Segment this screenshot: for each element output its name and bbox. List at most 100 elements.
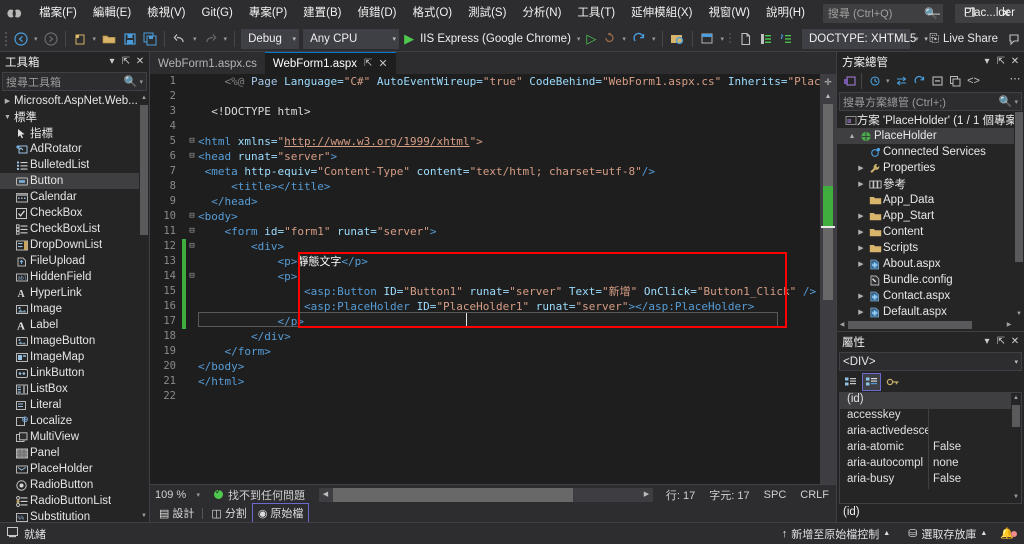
filter-dropdown-icon[interactable]: ▾ bbox=[883, 73, 893, 89]
menu-extensions[interactable]: 延伸模組(X) bbox=[623, 0, 700, 26]
solution-platform-combo[interactable]: Any CPU ▾ bbox=[303, 28, 400, 49]
scroll-left-icon[interactable]: ◀ bbox=[319, 488, 332, 502]
toolbox-item-placeholder[interactable]: PlaceHolder bbox=[0, 461, 149, 477]
maximize-button[interactable]: ❐ bbox=[952, 0, 988, 26]
chevron-down-icon[interactable]: ▾ bbox=[980, 336, 994, 347]
scroll-right-icon[interactable]: ▶ bbox=[640, 488, 653, 502]
chevron-down-icon[interactable]: ▾ bbox=[137, 78, 143, 86]
toolbox-item-label[interactable]: A Label bbox=[0, 317, 149, 333]
fold-toggle-icon[interactable]: ⊟ bbox=[186, 239, 198, 254]
code-line[interactable]: 5 ⊟ <html xmlns="http://www.w3.org/1999/xh… bbox=[150, 134, 820, 149]
solution-explorer-hscrollbar[interactable]: ◀ ▶ bbox=[837, 320, 1024, 331]
code-line[interactable]: 2 bbox=[150, 89, 820, 104]
scrollbar-thumb[interactable] bbox=[848, 321, 972, 329]
code-line[interactable]: 19 </form> bbox=[150, 344, 820, 359]
code-line[interactable]: 9 </head> bbox=[150, 194, 820, 209]
pending-changes-filter-icon[interactable] bbox=[865, 72, 883, 90]
code-line[interactable]: 6 ⊟ <head runat="server"> bbox=[150, 149, 820, 164]
chevron-down-icon[interactable]: ▾ bbox=[105, 56, 119, 67]
toolbox-item-bulletedlist[interactable]: BulletedList bbox=[0, 157, 149, 173]
back-dropdown-icon[interactable]: ▾ bbox=[31, 28, 41, 50]
new-project-dropdown-icon[interactable]: ▾ bbox=[90, 28, 100, 50]
fold-toggle-icon[interactable]: ⊟ bbox=[186, 224, 198, 239]
start-without-debugging-icon[interactable]: ▷ bbox=[583, 31, 599, 47]
new-document-icon[interactable] bbox=[736, 28, 756, 50]
code-line[interactable]: 15 <asp:Button ID="Button1" runat="serve… bbox=[150, 284, 820, 299]
toolbox-item-hiddenfield[interactable]: abl HiddenField bbox=[0, 269, 149, 285]
solution-explorer-home-icon[interactable] bbox=[840, 72, 858, 90]
fold-toggle-icon[interactable]: ⊟ bbox=[186, 209, 198, 224]
tree-twisty-icon[interactable]: ▶ bbox=[855, 212, 867, 220]
menu-git[interactable]: Git(G) bbox=[194, 0, 241, 26]
pin-icon[interactable]: ⇱ bbox=[994, 56, 1008, 67]
menu-project[interactable]: 專案(P) bbox=[241, 0, 295, 26]
property-value[interactable]: none bbox=[928, 457, 1021, 473]
code-line[interactable]: 17 </p> bbox=[150, 314, 820, 329]
redo-dropdown-icon[interactable]: ▾ bbox=[221, 28, 231, 50]
run-target-label[interactable]: IIS Express (Google Chrome) bbox=[417, 33, 574, 45]
close-icon[interactable]: ✕ bbox=[1008, 56, 1022, 67]
solution-node-about-aspx[interactable]: ▶ About.aspx bbox=[837, 256, 1024, 272]
minimize-button[interactable]: — bbox=[916, 0, 952, 26]
code-line[interactable]: 21 </html> bbox=[150, 374, 820, 389]
property-row[interactable]: (id) bbox=[840, 393, 1021, 409]
refresh-icon[interactable] bbox=[911, 72, 929, 90]
property-value[interactable]: False bbox=[928, 441, 1021, 457]
solution-node-placeholder[interactable]: ▲ PlaceHolder bbox=[837, 128, 1024, 144]
code-line[interactable]: 12 ⊟ <div> bbox=[150, 239, 820, 254]
toolbox-item-literal[interactable]: Literal bbox=[0, 397, 149, 413]
toolbox-item-linkbutton[interactable]: LinkButton bbox=[0, 365, 149, 381]
toolbox-item-listbox[interactable]: ListBox bbox=[0, 381, 149, 397]
menu-test[interactable]: 測試(S) bbox=[460, 0, 514, 26]
solution-tree[interactable]: ▧ 方案 'PlaceHolder' (1 / 1 個專案 ▲ ▲ PlaceHo… bbox=[837, 112, 1024, 320]
live-share-button[interactable]: ⎘ Live Share bbox=[929, 31, 1004, 46]
property-row[interactable]: aria-busy False bbox=[840, 473, 1021, 489]
refresh-dropdown-icon[interactable]: ▾ bbox=[649, 28, 659, 50]
comment-selection-icon[interactable] bbox=[776, 28, 796, 50]
menu-window[interactable]: 視窗(W) bbox=[700, 0, 758, 26]
toolbox-item-fileupload[interactable]: FileUpload bbox=[0, 253, 149, 269]
code-line[interactable]: 10 ⊟ <body> bbox=[150, 209, 820, 224]
navigate-forward-button[interactable] bbox=[41, 28, 61, 50]
code-line[interactable]: 4 bbox=[150, 119, 820, 134]
code-line[interactable]: 3 <!DOCTYPE html> bbox=[150, 104, 820, 119]
code-line[interactable]: 14 ⊟ <p> bbox=[150, 269, 820, 284]
save-all-button[interactable] bbox=[140, 28, 160, 50]
pin-icon[interactable]: ⇱ bbox=[119, 56, 133, 67]
fold-toggle-icon[interactable]: ⊟ bbox=[186, 134, 198, 149]
notifications-button[interactable]: 🔔 bbox=[996, 527, 1024, 540]
toolbar-overflow-icon[interactable]: ⋯ bbox=[1006, 72, 1024, 90]
new-project-button[interactable] bbox=[70, 28, 90, 50]
solution-node-scripts[interactable]: ▶ Scripts bbox=[837, 240, 1024, 256]
scroll-up-icon[interactable]: ▲ bbox=[1011, 393, 1021, 404]
code-editor[interactable]: 1 <%@ Page Language="C#" AutoEventWireup… bbox=[150, 74, 820, 484]
code-line[interactable]: 20 </body> bbox=[150, 359, 820, 374]
scroll-up-icon[interactable]: ▲ bbox=[820, 90, 836, 104]
solution-node-app-start[interactable]: ▶ App_Start bbox=[837, 208, 1024, 224]
pin-icon[interactable]: ⇱ bbox=[364, 58, 372, 69]
toolbox-search-input[interactable]: 搜尋工具箱 🔍 ▾ bbox=[2, 72, 147, 91]
solution-node-connected-services[interactable]: Connected Services bbox=[837, 144, 1024, 160]
indentation-indicator[interactable]: SPC bbox=[757, 489, 794, 501]
tree-twisty-icon[interactable]: ▶ bbox=[855, 292, 867, 300]
solution-node-app-data[interactable]: App_Data bbox=[837, 192, 1024, 208]
code-line[interactable]: 7 <meta http-equiv="Content-Type" conten… bbox=[150, 164, 820, 179]
save-button[interactable] bbox=[120, 28, 140, 50]
tree-twisty-icon[interactable]: ▶ bbox=[855, 228, 867, 236]
solution-configuration-combo[interactable]: Debug ▾ bbox=[241, 28, 300, 49]
window-layout-icon[interactable] bbox=[697, 28, 717, 50]
categorized-view-icon[interactable] bbox=[841, 373, 860, 391]
menu-help[interactable]: 說明(H) bbox=[758, 0, 813, 26]
toolbox-item-substitution[interactable]: %% Substitution bbox=[0, 509, 149, 522]
toolbox-item-localize[interactable]: Localize bbox=[0, 413, 149, 429]
tab-source-view[interactable]: ◉ 原始檔 bbox=[251, 503, 310, 523]
tab-webform1-aspx-cs[interactable]: WebForm1.aspx.cs bbox=[150, 53, 265, 74]
toolbar-overflow-icon[interactable]: ▾ bbox=[912, 28, 922, 50]
tree-twisty-icon[interactable]: ▶ bbox=[855, 164, 867, 172]
properties-grid[interactable]: (id) accesskey aria-activedesce aria-atomic… bbox=[839, 392, 1022, 504]
tree-twisty-icon[interactable]: ▲ bbox=[846, 133, 858, 140]
scroll-up-icon[interactable]: ▲ bbox=[139, 93, 149, 104]
navigate-back-button[interactable] bbox=[11, 28, 31, 50]
property-row[interactable]: accesskey bbox=[840, 409, 1021, 425]
refresh-icon[interactable] bbox=[629, 28, 649, 50]
